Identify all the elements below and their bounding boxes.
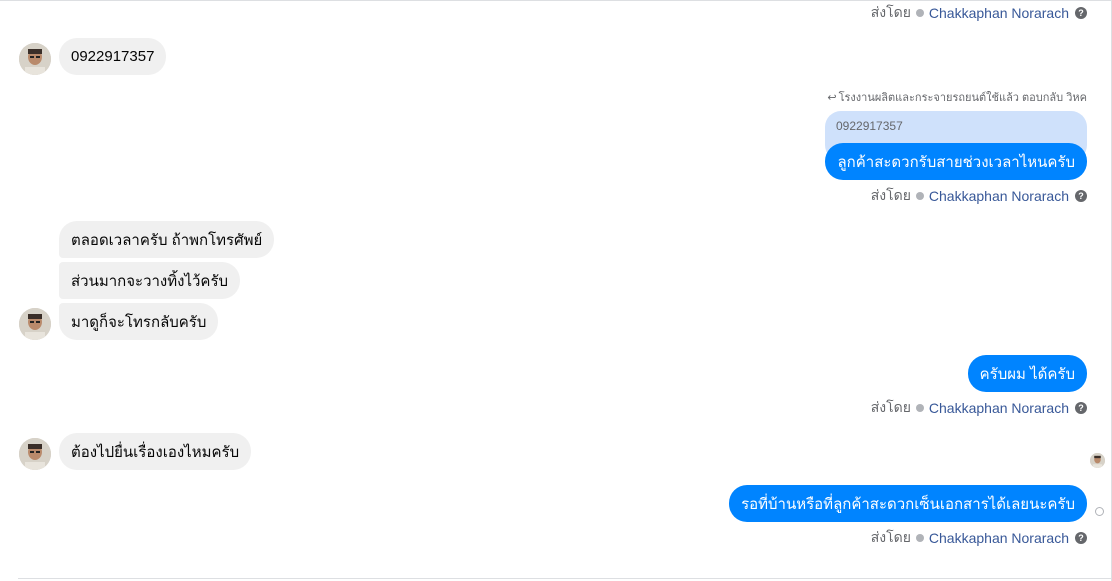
reply-header-text: โรงงานผลิตและกระจายรถยนต์ใช้แล้ว ตอบกลับ… [838,92,1087,104]
incoming-message[interactable]: ตลอดเวลาครับ ถ้าพกโทรศัพย์ [59,221,275,258]
delivered-status-icon [1095,507,1104,516]
sent-by-row: ส่งโดย Chakkaphan Norarach ? [871,399,1087,417]
seen-by-avatar [1090,453,1105,468]
outgoing-message[interactable]: ลูกค้าสะดวกรับสายช่วงเวลาไหนครับ [825,143,1087,180]
sent-by-row: ส่งโดย Chakkaphan Norarach ? [871,529,1087,547]
verified-icon [915,9,924,17]
top-border [0,0,1112,1]
sender-name-link[interactable]: Chakkaphan Norarach [929,400,1069,416]
outgoing-message[interactable]: ครับผม ได้ครับ [967,355,1087,392]
help-icon[interactable]: ? [1075,190,1087,202]
sent-by-label: ส่งโดย [870,187,911,203]
incoming-message[interactable]: ต้องไปยื่นเรื่องเองไหมครับ [59,433,252,470]
sender-name-link[interactable]: Chakkaphan Norarach [929,188,1069,204]
sent-by-row: ส่งโดย Chakkaphan Norarach ? [871,187,1087,205]
verified-icon [915,192,924,200]
help-icon[interactable]: ? [1075,532,1087,544]
help-icon[interactable]: ? [1075,402,1087,414]
sent-by-label: ส่งโดย [870,399,911,415]
sender-name-link[interactable]: Chakkaphan Norarach [929,5,1069,21]
outgoing-message[interactable]: รอที่บ้านหรือที่ลูกค้าสะดวกเซ็นเอกสารได้… [729,485,1087,522]
verified-icon [915,534,924,542]
incoming-message[interactable]: ส่วนมากจะวางทิ้งไว้ครับ [59,262,241,299]
sent-by-label: ส่งโดย [870,529,911,545]
help-icon[interactable]: ? [1075,7,1087,19]
incoming-message[interactable]: 0922917357 [59,38,167,75]
reply-context: ↩ โรงงานผลิตและกระจายรถยนต์ใช้แล้ว ตอบกล… [827,90,1087,105]
bottom-divider [18,578,1112,579]
incoming-message[interactable]: มาดูก็จะโทรกลับครับ [59,303,219,340]
contact-avatar[interactable] [19,438,51,470]
sent-by-label: ส่งโดย [870,4,911,20]
sender-name-link[interactable]: Chakkaphan Norarach [929,530,1069,546]
verified-icon [915,404,924,412]
contact-avatar[interactable] [19,308,51,340]
contact-avatar[interactable] [19,43,51,75]
sent-by-row: ส่งโดย Chakkaphan Norarach ? [871,4,1087,22]
reply-arrow-icon: ↩ [827,91,837,104]
